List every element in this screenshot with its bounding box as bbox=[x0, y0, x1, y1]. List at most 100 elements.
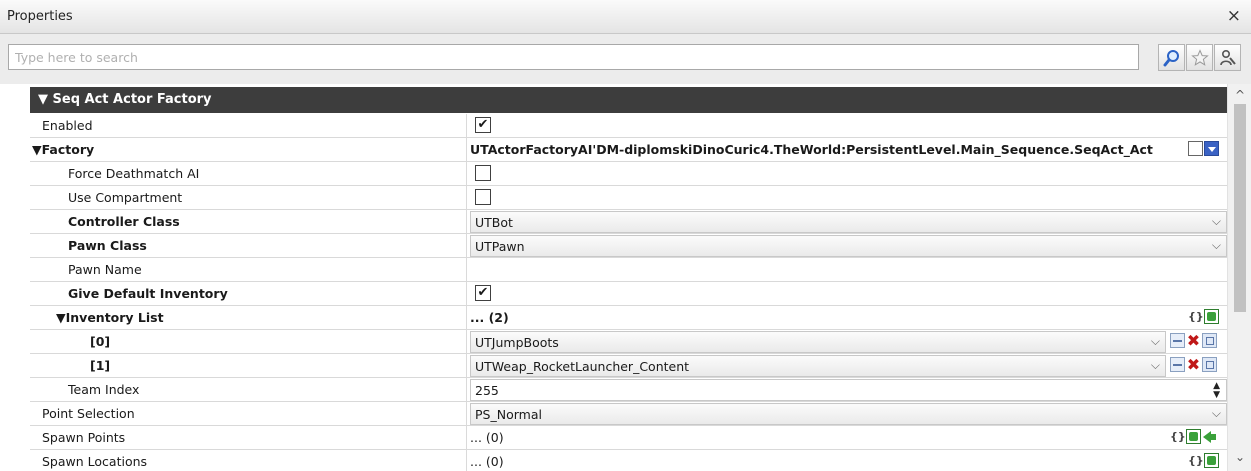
star-icon bbox=[1190, 48, 1209, 66]
property-label: Spawn Points bbox=[42, 430, 126, 445]
column-divider[interactable] bbox=[466, 138, 467, 162]
spawn-locations-actions: {} bbox=[1188, 453, 1219, 468]
spinner-arrows-icon[interactable]: ▲ ▼ bbox=[1213, 382, 1220, 400]
use-selected-icon[interactable] bbox=[1188, 141, 1203, 156]
inventory-list-actions: {} bbox=[1188, 309, 1219, 324]
column-divider[interactable] bbox=[466, 354, 467, 378]
controller-class-dropdown[interactable]: UTBot ⌵ bbox=[470, 211, 1227, 233]
braces-icon[interactable]: {} bbox=[1188, 309, 1204, 324]
force-deathmatch-ai-checkbox[interactable] bbox=[475, 165, 491, 181]
property-row-pawn-name: Pawn Name bbox=[30, 258, 1227, 282]
inventory-1-actions: ✖ bbox=[1170, 357, 1217, 373]
property-row-use-compartment: Use Compartment bbox=[30, 186, 1227, 210]
column-divider[interactable] bbox=[466, 330, 467, 354]
inventory-list-count: ... (2) bbox=[470, 310, 509, 325]
inventory-0-value: UTJumpBoots bbox=[475, 335, 559, 350]
column-divider[interactable] bbox=[466, 306, 467, 330]
column-divider[interactable] bbox=[466, 186, 467, 210]
chevron-down-icon: ⌵ bbox=[1211, 406, 1221, 420]
collapse-arrow-icon[interactable]: ▼ bbox=[38, 92, 48, 107]
chevron-down-icon: ⌵ bbox=[1150, 334, 1160, 348]
property-label: Team Index bbox=[68, 382, 140, 397]
duplicate-icon[interactable] bbox=[1202, 357, 1217, 372]
inventory-1-dropdown[interactable]: UTWeap_RocketLauncher_Content ⌵ bbox=[470, 355, 1166, 377]
column-divider[interactable] bbox=[466, 378, 467, 402]
column-divider[interactable] bbox=[466, 402, 467, 426]
property-row-inventory-0: [0] UTJumpBoots ⌵ ✖ bbox=[30, 330, 1227, 354]
column-divider[interactable] bbox=[466, 450, 467, 471]
factory-label: Factory bbox=[41, 142, 95, 157]
panel-title-bar: Properties × bbox=[0, 0, 1251, 34]
property-label[interactable]: ▼Factory bbox=[32, 142, 94, 157]
options-button[interactable] bbox=[1214, 44, 1241, 71]
duplicate-icon[interactable] bbox=[1202, 333, 1217, 348]
property-label: Give Default Inventory bbox=[68, 286, 228, 301]
inventory-0-actions: ✖ bbox=[1170, 333, 1217, 349]
insert-icon[interactable] bbox=[1170, 357, 1185, 372]
add-element-icon[interactable] bbox=[1204, 453, 1219, 468]
property-label: Pawn Name bbox=[68, 262, 142, 277]
use-selected-arrow-icon[interactable] bbox=[1202, 429, 1217, 444]
search-button[interactable] bbox=[1158, 44, 1185, 71]
category-label: Seq Act Actor Factory bbox=[52, 92, 212, 107]
expand-arrow-icon[interactable]: ▼ bbox=[56, 310, 66, 325]
team-index-field[interactable]: 255 ▲ ▼ bbox=[470, 379, 1227, 401]
property-row-controller-class: Controller Class UTBot ⌵ bbox=[30, 210, 1227, 234]
property-label: Controller Class bbox=[68, 214, 180, 229]
column-divider[interactable] bbox=[466, 210, 467, 234]
pawn-class-dropdown[interactable]: UTPawn ⌵ bbox=[470, 235, 1227, 257]
column-divider[interactable] bbox=[466, 114, 467, 138]
category-header-seq-act-actor-factory[interactable]: ▼ Seq Act Actor Factory bbox=[30, 87, 1227, 113]
team-index-value: 255 bbox=[475, 383, 499, 398]
property-row-inventory-1: [1] UTWeap_RocketLauncher_Content ⌵ ✖ bbox=[30, 354, 1227, 378]
chevron-down-icon: ⌵ bbox=[1211, 214, 1221, 228]
property-row-spawn-locations: Spawn Locations ... (0) {} bbox=[30, 450, 1227, 471]
scroll-down-icon[interactable]: ⌄ bbox=[1228, 450, 1251, 464]
enabled-checkbox[interactable]: ✔ bbox=[475, 117, 491, 133]
column-divider[interactable] bbox=[466, 234, 467, 258]
property-label[interactable]: ▼Inventory List bbox=[56, 310, 164, 325]
column-divider[interactable] bbox=[466, 426, 467, 450]
wrench-person-icon bbox=[1219, 49, 1236, 65]
property-row-give-default-inventory: Give Default Inventory ✔ bbox=[30, 282, 1227, 306]
point-selection-value: PS_Normal bbox=[475, 407, 542, 422]
close-icon[interactable]: × bbox=[1227, 6, 1241, 26]
column-divider[interactable] bbox=[466, 282, 467, 306]
inventory-0-dropdown[interactable]: UTJumpBoots ⌵ bbox=[470, 331, 1166, 353]
inventory-list-label: Inventory List bbox=[65, 310, 164, 325]
insert-icon[interactable] bbox=[1170, 333, 1185, 348]
add-element-icon[interactable] bbox=[1186, 429, 1201, 444]
favorites-button[interactable] bbox=[1186, 44, 1213, 71]
property-grid: ▼ Seq Act Actor Factory Enabled ✔ ▼Facto… bbox=[0, 84, 1251, 471]
add-element-icon[interactable] bbox=[1204, 309, 1219, 324]
scrollbar-thumb[interactable] bbox=[1234, 104, 1246, 312]
property-label: Spawn Locations bbox=[42, 454, 148, 469]
delete-icon[interactable]: ✖ bbox=[1186, 333, 1201, 349]
point-selection-dropdown[interactable]: PS_Normal ⌵ bbox=[470, 403, 1227, 425]
chevron-down-icon: ⌵ bbox=[1150, 358, 1160, 372]
pawn-name-field[interactable] bbox=[470, 262, 1227, 282]
browse-dropdown-icon[interactable] bbox=[1204, 141, 1219, 156]
spin-down-icon[interactable]: ▼ bbox=[1213, 390, 1220, 400]
use-compartment-checkbox[interactable] bbox=[475, 189, 491, 205]
property-row-pawn-class: Pawn Class UTPawn ⌵ bbox=[30, 234, 1227, 258]
column-divider[interactable] bbox=[466, 258, 467, 282]
column-divider[interactable] bbox=[466, 162, 467, 186]
property-row-factory: ▼Factory UTActorFactoryAI'DM-diplomskiDi… bbox=[30, 138, 1227, 162]
expand-arrow-icon[interactable]: ▼ bbox=[32, 142, 42, 157]
panel-title: Properties bbox=[7, 9, 73, 24]
property-label: [1] bbox=[90, 358, 111, 373]
property-row-team-index: Team Index 255 ▲ ▼ bbox=[30, 378, 1227, 402]
delete-icon[interactable]: ✖ bbox=[1186, 357, 1201, 373]
vertical-scrollbar[interactable]: ^ ⌄ bbox=[1227, 84, 1251, 471]
property-row-enabled: Enabled ✔ bbox=[30, 114, 1227, 138]
search-bar bbox=[0, 34, 1251, 84]
search-input[interactable] bbox=[8, 44, 1139, 70]
braces-icon[interactable]: {} bbox=[1170, 429, 1186, 444]
braces-icon[interactable]: {} bbox=[1188, 453, 1204, 468]
property-label: Use Compartment bbox=[68, 190, 183, 205]
factory-actions bbox=[1188, 141, 1219, 156]
chevron-down-icon: ⌵ bbox=[1211, 238, 1221, 252]
scroll-up-icon[interactable]: ^ bbox=[1228, 88, 1251, 102]
give-default-inventory-checkbox[interactable]: ✔ bbox=[475, 285, 491, 301]
